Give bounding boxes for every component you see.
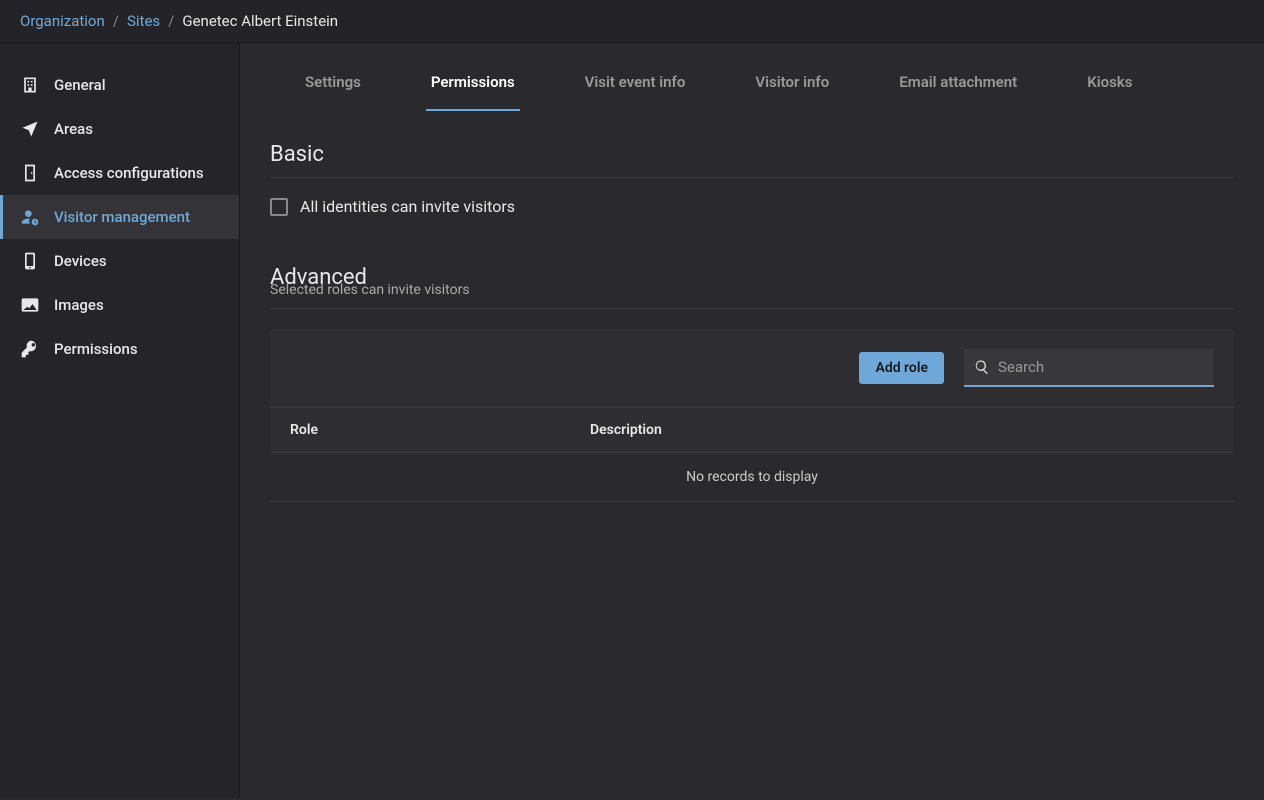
sidebar-item-general[interactable]: General [0, 63, 239, 107]
mobile-icon [20, 251, 40, 271]
breadcrumb-organization[interactable]: Organization [20, 12, 105, 30]
sidebar-item-label: Access configurations [54, 164, 204, 182]
sidebar-item-label: Permissions [54, 340, 138, 358]
tab-settings[interactable]: Settings [270, 53, 396, 111]
breadcrumb-current: Genetec Albert Einstein [182, 12, 338, 30]
search-wrapper [964, 349, 1214, 387]
sidebar-item-access-configurations[interactable]: Access configurations [0, 151, 239, 195]
sidebar-item-areas[interactable]: Areas [0, 107, 239, 151]
sidebar-item-label: Areas [54, 120, 93, 138]
sidebar-item-permissions[interactable]: Permissions [0, 327, 239, 371]
section-advanced-header: Advanced Selected roles can invite visit… [270, 265, 1234, 309]
key-icon [20, 339, 40, 359]
breadcrumb-sites[interactable]: Sites [127, 12, 160, 30]
sidebar-item-label: Devices [54, 252, 107, 270]
breadcrumb: Organization / Sites / Genetec Albert Ei… [0, 0, 1264, 43]
breadcrumb-separator: / [113, 12, 119, 30]
breadcrumb-separator: / [168, 12, 174, 30]
tab-visit-event-info[interactable]: Visit event info [550, 53, 721, 111]
sidebar-item-label: Visitor management [54, 208, 190, 226]
column-description: Description [590, 422, 1214, 438]
search-icon [974, 359, 990, 375]
image-icon [20, 295, 40, 315]
checkbox-all-identities[interactable] [270, 198, 288, 216]
checkbox-label: All identities can invite visitors [300, 197, 515, 216]
column-role: Role [290, 422, 590, 438]
add-role-button[interactable]: Add role [859, 352, 944, 384]
checkbox-row-all-identities: All identities can invite visitors [270, 193, 1234, 220]
role-table-header: Role Description [270, 407, 1234, 453]
table-empty-message: No records to display [270, 453, 1234, 502]
door-icon [20, 163, 40, 183]
sidebar-item-label: General [54, 76, 106, 94]
tab-permissions[interactable]: Permissions [396, 53, 550, 111]
sidebar: General Areas Access configurations Visi… [0, 43, 240, 798]
building-icon [20, 75, 40, 95]
location-arrow-icon [20, 119, 40, 139]
tab-visitor-info[interactable]: Visitor info [720, 53, 864, 111]
sidebar-item-devices[interactable]: Devices [0, 239, 239, 283]
sidebar-item-visitor-management[interactable]: Visitor management [0, 195, 239, 239]
sidebar-item-label: Images [54, 296, 104, 314]
tab-email-attachment[interactable]: Email attachment [864, 53, 1052, 111]
section-basic-title: Basic [270, 142, 1234, 178]
person-clock-icon [20, 207, 40, 227]
tab-kiosks[interactable]: Kiosks [1052, 53, 1167, 111]
section-advanced-subtitle: Selected roles can invite visitors [270, 282, 1234, 298]
role-panel: Add role Role Description No records to … [270, 329, 1234, 502]
search-input[interactable] [998, 358, 1204, 376]
tabs: Settings Permissions Visit event info Vi… [240, 53, 1264, 112]
main-content: Settings Permissions Visit event info Vi… [240, 43, 1264, 798]
sidebar-item-images[interactable]: Images [0, 283, 239, 327]
role-toolbar: Add role [270, 329, 1234, 407]
